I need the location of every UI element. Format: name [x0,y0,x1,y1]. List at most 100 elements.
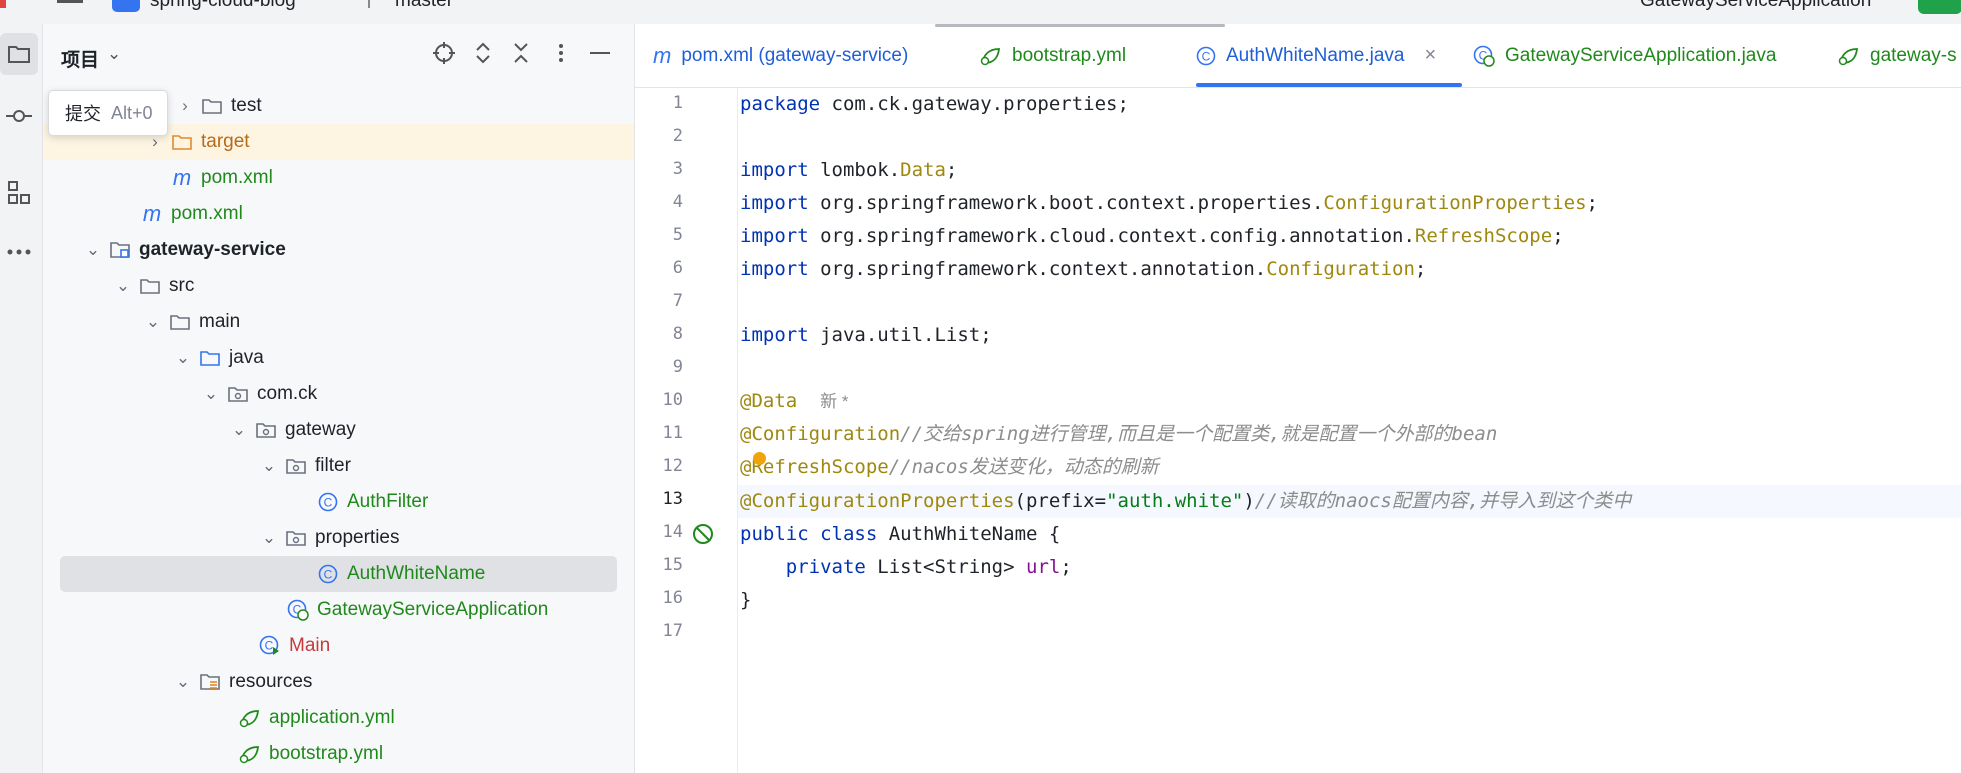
tree-item[interactable]: m pom.xml [43,160,634,196]
expand-all-icon[interactable] [468,38,498,68]
tree-item[interactable]: C Main [43,628,634,664]
folder-icon[interactable] [0,33,38,75]
chevron-down-icon[interactable]: ⌄ [259,456,279,476]
tab-gateway-service-application[interactable]: C GatewayServiceApplication.java [1473,24,1776,87]
commit-icon[interactable] [0,95,38,137]
tab-label: gateway-s [1870,44,1957,66]
tree-item[interactable]: ⌄ src [43,268,634,304]
tab-bootstrap-yml[interactable]: bootstrap.yml [980,24,1126,87]
spring-class-icon: C [1473,45,1495,67]
tree-item[interactable]: C AuthFilter [43,484,634,520]
gutter[interactable]: 1 2 3 4 5 6 7 8 9 10 11 12 13 14 15 16 1… [635,88,738,773]
spring-yml-icon [1838,46,1860,66]
code-line: import java.util.List; [740,324,992,346]
line-number: 16 [662,588,683,608]
close-icon[interactable]: × [1424,44,1436,67]
module-folder-icon [109,239,131,261]
intention-bulb-icon[interactable] [753,452,766,465]
line-number: 1 [672,93,683,113]
chevron-down-icon[interactable]: ⌄ [107,44,121,64]
locate-icon[interactable] [429,38,459,68]
tree-item[interactable]: ⌄ main [43,304,634,340]
line-number: 14 [662,522,683,542]
options-icon[interactable] [546,38,576,68]
tab-gateway-s[interactable]: gateway-s [1838,24,1957,87]
tab-label: bootstrap.yml [1012,44,1127,66]
tab-label: AuthWhiteName.java [1226,44,1405,66]
class-icon: C [317,563,339,585]
tab-pom-xml[interactable]: m pom.xml (gateway-service) [653,24,908,87]
code-line: private List<String> url; [785,556,1072,578]
folder-icon [139,275,161,297]
chevron-down-icon[interactable]: ⌄ [201,384,221,404]
project-panel: 项目 ⌄ › test › target m pom.xml m pom.xml… [43,24,635,773]
tree-item-label: gateway [285,419,356,440]
chevron-right-icon[interactable]: › [175,96,195,116]
more-icon[interactable] [0,231,38,273]
run-button[interactable] [1918,0,1961,14]
line-number: 13 [662,489,683,509]
chevron-down-icon[interactable]: ⌄ [113,276,133,296]
structure-icon[interactable] [0,172,38,214]
tree-item[interactable]: ⌄ resources [43,664,634,700]
tree-item-label: test [231,95,262,116]
chevron-down-icon[interactable]: ⌄ [83,240,103,260]
svg-text:C: C [324,568,333,582]
tree-item[interactable]: C GatewayServiceApplication [43,592,634,628]
code-editor[interactable]: 1 2 3 4 5 6 7 8 9 10 11 12 13 14 15 16 1… [635,88,1961,773]
tree-item[interactable]: ⌄ java [43,340,634,376]
tree-item[interactable]: ⌄ properties [43,520,634,556]
package-icon [227,383,249,405]
svg-text:C: C [265,639,274,653]
chevron-down-icon[interactable]: ⌄ [229,420,249,440]
line-number: 4 [672,192,683,212]
no-implementations-icon[interactable] [691,522,715,551]
tree-item-label: bootstrap.yml [269,743,384,764]
package-icon [285,455,307,477]
folder-icon [201,95,223,117]
tree-item[interactable]: m pom.xml [43,196,634,232]
editor-tabs: m pom.xml (gateway-service) bootstrap.ym… [635,24,1961,88]
collapse-all-icon[interactable] [506,38,536,68]
code-line: import org.springframework.context.annot… [740,258,1427,280]
title-bar: spring-cloud-blog master GatewayServiceA… [0,0,1961,24]
class-icon: C [317,491,339,513]
spring-yml-icon [980,46,1002,66]
source-folder-icon [199,347,221,369]
tree-item[interactable]: application.yml [43,700,634,736]
tooltip: 提交 Alt+0 [48,90,168,136]
chevron-down-icon[interactable]: ⌄ [143,312,163,332]
tree-item-label: resources [229,671,313,692]
run-config[interactable]: GatewayServiceApplication [1640,0,1871,12]
svg-text:C: C [1202,49,1211,63]
tooltip-shortcut: Alt+0 [111,102,153,123]
tree-item-selected[interactable]: C AuthWhiteName [60,556,617,592]
main-menu-icon[interactable] [57,0,83,3]
tree-item[interactable]: ⌄ gateway-service [43,232,634,268]
project-name[interactable]: spring-cloud-blog [150,0,296,12]
chevron-down-icon[interactable]: ⌄ [259,528,279,548]
tree-item-label: src [169,275,195,296]
maven-icon: m [653,42,672,68]
chevron-down-icon[interactable]: ⌄ [173,672,193,692]
panel-title[interactable]: 项目 [61,45,99,72]
code-line: @RefreshScope//nacos发送变化，动态的刷新 [740,456,1159,478]
tree-item[interactable]: ⌄ com.ck [43,376,634,412]
tab-auth-white-name[interactable]: C AuthWhiteName.java × [1196,24,1463,87]
hide-icon[interactable] [585,38,615,68]
project-badge-icon[interactable] [112,0,140,12]
chevron-down-icon[interactable]: ⌄ [173,348,193,368]
active-tab-indicator [1196,83,1463,87]
main-class-icon: C [259,635,281,657]
tree-item[interactable]: ⌄ gateway [43,412,634,448]
tree-item-label: AuthFilter [347,491,429,512]
tree-item-label: pom.xml [201,167,273,188]
tree-item[interactable]: bootstrap.yml [43,736,634,772]
tree-item[interactable]: ⌄ filter [43,448,634,484]
code-line: import org.springframework.boot.context.… [740,192,1598,214]
inlay-hint[interactable]: 新 * [820,392,848,411]
branch-name[interactable]: master [395,0,453,12]
line-number: 11 [662,423,683,443]
line-number: 2 [672,126,683,146]
tree-item-label: GatewayServiceApplication [317,599,549,620]
